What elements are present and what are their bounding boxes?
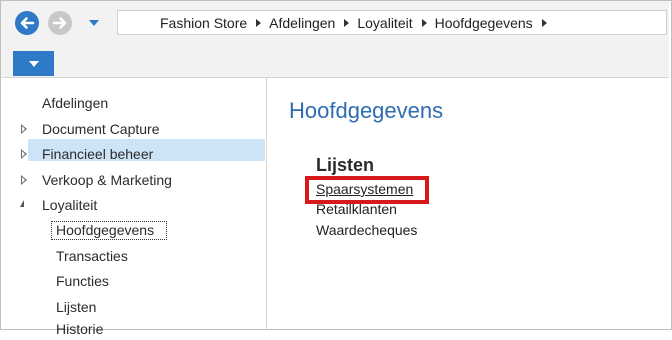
breadcrumb-separator-icon[interactable] (541, 18, 547, 27)
sidebar-item-label: Lijsten (56, 299, 97, 315)
breadcrumb-item[interactable]: Fashion Store (160, 15, 269, 31)
sidebar-item-financieel-beheer[interactable]: Financieel beheer (42, 143, 153, 165)
link-waardecheques[interactable]: Waardecheques (316, 222, 417, 238)
page-title: Hoofdgegevens (289, 98, 444, 123)
sidebar-item-functies[interactable]: Functies (56, 270, 109, 292)
sidebar-item-transacties[interactable]: Transacties (56, 245, 128, 267)
breadcrumb-label: Hoofdgegevens (434, 14, 533, 31)
collapse-triangle-icon[interactable] (20, 200, 24, 207)
expand-triangle-icon[interactable] (21, 149, 27, 159)
sidebar-item-document-capture[interactable]: Document Capture (42, 118, 160, 140)
sidebar-item-label: Financieel beheer (42, 146, 154, 162)
focus-rectangle (51, 221, 167, 240)
forward-arrow-icon (52, 17, 67, 29)
breadcrumb-item[interactable]: Loyaliteit (357, 15, 434, 31)
breadcrumb-label: Fashion Store (160, 14, 248, 31)
history-dropdown-button[interactable] (81, 11, 107, 35)
back-button[interactable] (15, 11, 39, 35)
chevron-down-icon (89, 20, 99, 26)
ribbon-bar (1, 45, 669, 78)
chevron-down-icon (28, 60, 39, 67)
breadcrumb-separator-icon[interactable] (421, 18, 427, 27)
sidebar-item-lijsten[interactable]: Lijsten (56, 296, 96, 318)
breadcrumb-item[interactable]: Hoofdgegevens (435, 15, 555, 31)
sidebar-item-loyaliteit[interactable]: Loyaliteit (42, 194, 97, 216)
breadcrumb-label: Loyaliteit (357, 14, 413, 31)
navigation-pane (1, 78, 267, 329)
sidebar-item-label: Functies (56, 273, 109, 289)
back-arrow-icon (20, 17, 35, 29)
breadcrumb-item[interactable]: Afdelingen (269, 15, 357, 31)
section-heading-lijsten: Lijsten (316, 155, 375, 175)
sidebar-item-label: Afdelingen (42, 95, 109, 111)
expand-triangle-icon[interactable] (21, 124, 27, 134)
sidebar-item-label: Historie (56, 321, 104, 337)
sidebar-item-historie[interactable]: Historie (56, 318, 103, 340)
sidebar-item-label: Verkoop & Marketing (42, 172, 172, 188)
expand-triangle-icon[interactable] (21, 175, 27, 185)
breadcrumb-separator-icon[interactable] (256, 18, 262, 27)
annotation-highlight-box (305, 176, 429, 204)
breadcrumb-separator-icon[interactable] (344, 18, 350, 27)
sidebar-item-afdelingen[interactable]: Afdelingen (42, 92, 108, 114)
ribbon-expand-button[interactable] (13, 51, 54, 76)
address-bar[interactable]: Fashion Store Afdelingen Loyaliteit Hoof… (117, 10, 667, 35)
sidebar-item-label: Transacties (56, 248, 128, 264)
navigation-bar: Fashion Store Afdelingen Loyaliteit Hoof… (1, 1, 669, 45)
sidebar-item-label: Loyaliteit (42, 197, 98, 213)
breadcrumb-label: Afdelingen (269, 14, 336, 31)
sidebar-item-verkoop-marketing[interactable]: Verkoop & Marketing (42, 169, 172, 191)
sidebar-item-label: Document Capture (42, 121, 160, 137)
forward-button[interactable] (48, 11, 72, 35)
